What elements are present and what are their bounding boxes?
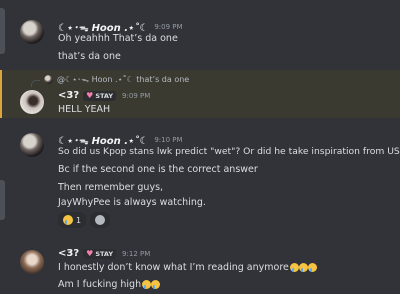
crying-emoji: [63, 215, 73, 225]
message-header: ☾⋆･ᯓ Hoon .⋆˚☾ 9:09 PM: [58, 19, 183, 35]
badge-label: STAY: [95, 249, 114, 258]
avatar[interactable]: [20, 250, 44, 274]
mention-bar: [0, 70, 2, 118]
heart-badge-icon: ♥: [86, 249, 94, 258]
message-text: HELL YEAH: [58, 104, 111, 115]
message-text: Oh yeahhh That’s da one: [58, 33, 178, 44]
reply-avatar: [44, 75, 53, 84]
role-badge[interactable]: ♥ STAY: [83, 248, 117, 259]
crying-emoji: [289, 263, 299, 272]
timestamp: 9:09 PM: [154, 22, 183, 31]
message-text: Bc if the second one is the correct answ…: [58, 164, 258, 175]
crying-emoji: [298, 263, 308, 272]
reply-preview[interactable]: @☾⋆･ᯓ Hoon .⋆˚☾ that’s da one: [44, 74, 189, 85]
crying-emoji: [142, 280, 152, 289]
timestamp: 9:09 PM: [122, 91, 151, 100]
reaction-crying[interactable]: 1: [58, 212, 87, 228]
message-text-row: Am I fucking high: [58, 279, 161, 290]
add-reaction-icon: [95, 215, 106, 225]
message-text: Then remember guys,: [58, 182, 164, 193]
reaction-count: 1: [76, 215, 82, 225]
timestamp: 9:12 PM: [122, 249, 151, 258]
avatar[interactable]: [20, 133, 44, 157]
crying-emoji: [307, 263, 317, 272]
avatar[interactable]: [20, 20, 44, 44]
username[interactable]: <3?: [58, 248, 79, 259]
message-header: ☾⋆･ᯓ Hoon .⋆˚☾ 9:10 PM: [58, 132, 183, 148]
add-reaction-button[interactable]: [90, 212, 111, 228]
username[interactable]: ☾⋆･ᯓ Hoon .⋆˚☾: [58, 19, 148, 34]
reply-connector: [31, 80, 40, 87]
message-header: <3? ♥ STAY 9:09 PM: [58, 90, 150, 101]
heart-badge-icon: ♥: [86, 91, 94, 100]
channel-scroll-edge: [0, 180, 5, 220]
reply-text: @☾⋆･ᯓ Hoon .⋆˚☾ that’s da one: [57, 75, 190, 84]
channel-scroll-edge: [0, 8, 5, 54]
message-text: So did us Kpop stans lwk predict "wet"? …: [58, 146, 400, 157]
message-header: <3? ♥ STAY 9:12 PM: [58, 248, 150, 259]
reactions-bar: 1: [58, 212, 111, 228]
message-text: that’s da one: [58, 51, 121, 62]
message-text: Am I fucking high: [58, 279, 142, 290]
message-text: JayWhyPee is always watching.: [58, 197, 206, 208]
message-text-row: I honestly don’t know what I’m reading a…: [58, 262, 317, 273]
username[interactable]: <3?: [58, 90, 79, 101]
crying-emoji: [151, 280, 161, 289]
role-badge[interactable]: ♥ STAY: [83, 90, 117, 101]
timestamp: 9:10 PM: [154, 135, 183, 144]
message-text: I honestly don’t know what I’m reading a…: [58, 262, 289, 273]
badge-label: STAY: [95, 91, 114, 100]
avatar[interactable]: [20, 90, 44, 114]
username[interactable]: ☾⋆･ᯓ Hoon .⋆˚☾: [58, 132, 148, 147]
